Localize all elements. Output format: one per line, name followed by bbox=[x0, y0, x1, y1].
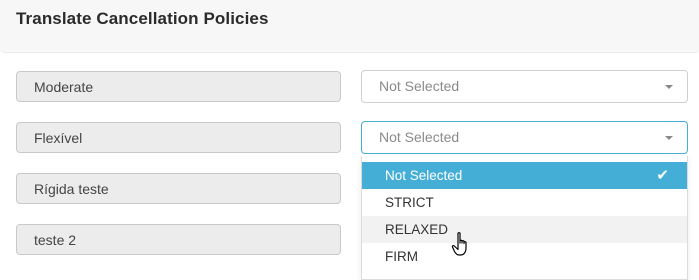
option-strict[interactable]: STRICT bbox=[362, 189, 687, 216]
policy-name-field: Moderate bbox=[16, 71, 341, 102]
select-value: Not Selected bbox=[379, 78, 460, 94]
option-firm[interactable]: FIRM bbox=[362, 243, 687, 270]
chevron-down-icon bbox=[665, 136, 673, 140]
page-title: Translate Cancellation Policies bbox=[16, 9, 269, 28]
policy-translation-select[interactable]: Not Selected bbox=[361, 70, 688, 103]
select-dropdown-list: Not Selected ✔ STRICT RELAXED FIRM bbox=[361, 156, 688, 280]
check-icon: ✔ bbox=[656, 167, 669, 184]
select-value: Not Selected bbox=[379, 129, 460, 145]
policy-name-field: Rígida teste bbox=[16, 173, 341, 204]
policy-name-field: teste 2 bbox=[16, 224, 341, 255]
policy-translation-select[interactable]: Not Selected bbox=[361, 121, 688, 154]
chevron-down-icon bbox=[665, 85, 673, 89]
option-not-selected[interactable]: Not Selected ✔ bbox=[362, 162, 687, 189]
hand-pointer-icon bbox=[451, 232, 467, 256]
panel-header: Translate Cancellation Policies bbox=[0, 0, 699, 53]
option-relaxed[interactable]: RELAXED bbox=[362, 216, 687, 243]
policy-name-field: Flexível bbox=[16, 122, 341, 153]
